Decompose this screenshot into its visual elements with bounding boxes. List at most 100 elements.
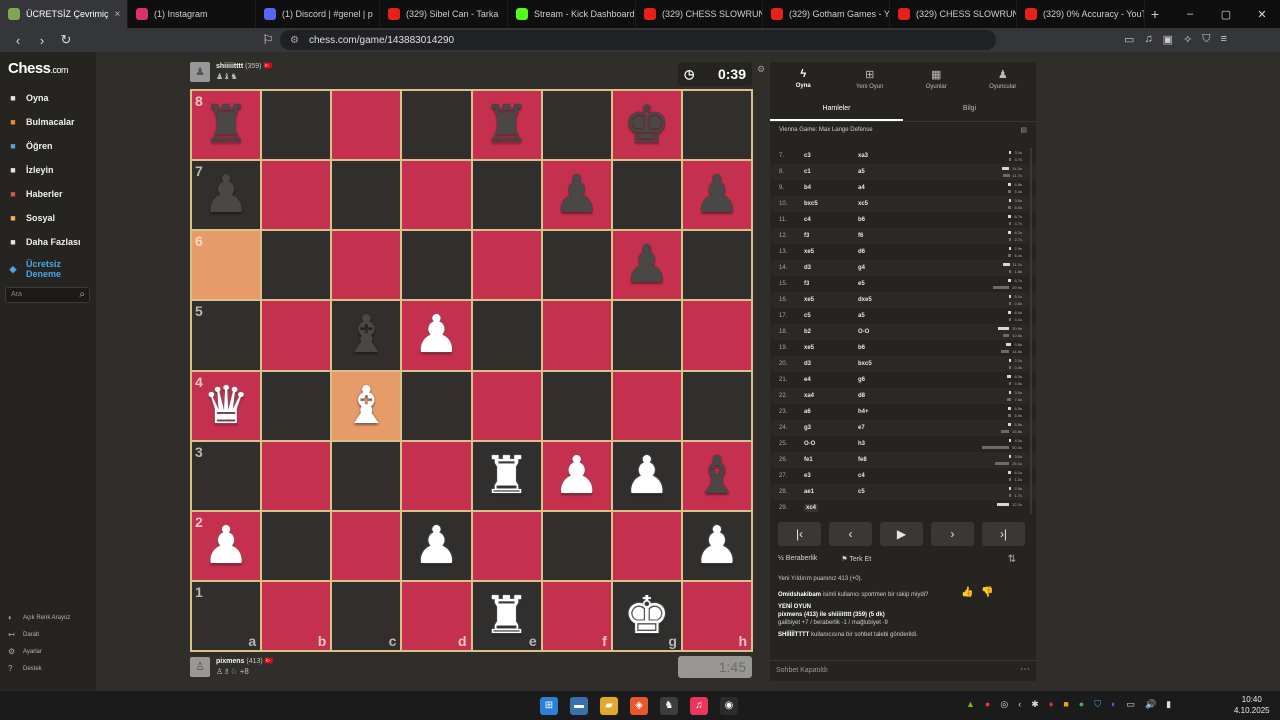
sidebar-item-free-trial[interactable]: ◆ Ücretsiz Deneme (6, 254, 81, 284)
square-f4[interactable] (541, 370, 612, 441)
square-h2[interactable]: ♟ (681, 510, 752, 581)
square-b8[interactable] (261, 90, 332, 161)
square-a2[interactable]: 2 ♟ (191, 510, 262, 581)
white-move[interactable]: d3 (804, 361, 858, 367)
square-a8[interactable]: 8 ♜ (191, 90, 262, 161)
square-a6[interactable]: 6 (191, 230, 262, 301)
square-d5[interactable]: ♟ (401, 300, 472, 371)
square-e1[interactable]: e ♜ (471, 580, 542, 651)
battery-icon[interactable]: ▮ (1166, 699, 1171, 710)
square-g8[interactable]: ♚ (611, 90, 682, 161)
draw-button[interactable]: ½ Beraberlik (778, 555, 829, 563)
move-list-scrollbar[interactable] (1030, 148, 1032, 514)
bottom-player-name[interactable]: pixmens (413) 🇹🇷 (216, 657, 273, 665)
square-a1[interactable]: 1a (191, 580, 262, 651)
chess-board[interactable]: 8 ♜ ♜ ♚ 7 ♟ ♟ ♟ 6 ♟ 5 ♝ ♟ 4 ♛ ♝ 3 ♜ ♟ ♟ ♝ 2 ♟ ♟ ♟ 1 a b c d e ♜ f g ♚ h (190, 89, 753, 652)
square-c4[interactable]: ♝ (331, 370, 402, 441)
black-move[interactable]: f6 (858, 233, 948, 239)
black-bishop-icon[interactable]: ♝ (343, 309, 390, 361)
thumbs-down-icon[interactable]: 👎 (981, 588, 993, 598)
black-move[interactable]: e5 (858, 281, 948, 287)
discord-tray-icon[interactable]: ◐ (1111, 699, 1116, 710)
sidebar-item-4[interactable]: ■ Haberler (6, 182, 81, 206)
square-f3[interactable]: ♟ (541, 440, 612, 511)
flip-board-icon[interactable]: ⇅ (1008, 554, 1016, 565)
white-move[interactable]: g3 (804, 425, 858, 431)
sidebar-icon[interactable]: ▭ (1124, 33, 1134, 46)
sidebar-bottom-theme[interactable]: ◐ Açık Renk Arayüz (8, 609, 70, 626)
last-move-button[interactable]: ›| (982, 522, 1025, 546)
black-pawn-icon[interactable]: ♟ (624, 239, 671, 291)
square-d1[interactable]: d (401, 580, 472, 651)
square-b2[interactable] (261, 510, 332, 581)
browser-tab[interactable]: (1) Instagram (128, 0, 256, 28)
square-b5[interactable] (261, 300, 332, 371)
white-pawn-icon[interactable]: ♟ (624, 450, 671, 502)
black-move[interactable]: xa3 (858, 153, 948, 159)
square-e3[interactable]: ♜ (471, 440, 542, 511)
white-move[interactable]: xe5 (804, 297, 858, 303)
black-move[interactable]: d6 (858, 249, 948, 255)
bluetooth-tray-icon[interactable]: ✱ (1031, 699, 1039, 710)
browser-tab[interactable]: (1) Discord | #genel | p (256, 0, 380, 28)
black-move[interactable]: d8 (858, 393, 948, 399)
browser-tab[interactable]: ÜCRETSİZ Çevrimiç × (0, 0, 128, 28)
panel-tab-0[interactable]: ϟ Oyna (770, 62, 837, 98)
sidebar-item-3[interactable]: ■ İzleyin (6, 158, 81, 182)
opening-name[interactable]: Vienna Game: Max Lange Defense (779, 127, 873, 133)
sidebar-bottom-help[interactable]: ? Destek (8, 660, 70, 677)
square-e4[interactable] (471, 370, 542, 441)
white-move[interactable]: c4 (804, 217, 858, 223)
square-c2[interactable] (331, 510, 402, 581)
tray-arrow-icon[interactable]: ‹ (1018, 699, 1021, 710)
white-move[interactable]: d3 (804, 265, 858, 271)
windows-start-icon[interactable]: ⊞ (540, 697, 558, 715)
square-e2[interactable] (471, 510, 542, 581)
black-king-icon[interactable]: ♚ (624, 99, 671, 151)
square-f1[interactable]: f (541, 580, 612, 651)
black-move[interactable]: fe8 (858, 457, 948, 463)
tab-moves[interactable]: Hamleler (770, 98, 903, 121)
white-bishop-icon[interactable]: ♝ (343, 380, 390, 432)
square-c3[interactable] (331, 440, 402, 511)
white-move[interactable]: xe5 (804, 249, 858, 255)
sidebar-item-6[interactable]: ■ Daha Fazlası (6, 230, 80, 254)
square-g4[interactable] (611, 370, 682, 441)
black-rook-icon[interactable]: ♜ (203, 99, 250, 151)
obs-icon[interactable]: ◉ (720, 697, 738, 715)
square-c1[interactable]: c (331, 580, 402, 651)
security-tray-icon[interactable]: ♦ (1049, 699, 1054, 710)
white-move[interactable]: fe1 (804, 457, 858, 463)
square-e7[interactable] (471, 160, 542, 231)
square-e8[interactable]: ♜ (471, 90, 542, 161)
nvidia-tray-icon[interactable]: ▲ (966, 699, 975, 710)
black-move[interactable]: b6 (858, 217, 948, 223)
chat-input[interactable]: Sohbet Kapatıldı ⋯ (770, 660, 1036, 681)
sidebar-item-2[interactable]: ■ Öğren (6, 134, 81, 158)
panel-tab-2[interactable]: ▦ Oyunlar (903, 62, 970, 98)
shield-icon[interactable]: ⛉ (1202, 33, 1210, 46)
square-g3[interactable]: ♟ (611, 440, 682, 511)
menu-icon[interactable]: ≡ (1221, 33, 1227, 46)
square-h5[interactable] (681, 300, 752, 371)
new-tab-icon[interactable]: + (1145, 6, 1165, 22)
square-a3[interactable]: 3 (191, 440, 262, 511)
square-d7[interactable] (401, 160, 472, 231)
site-settings-icon[interactable]: ⚙ (290, 35, 299, 46)
square-h1[interactable]: h (681, 580, 752, 651)
sidebar-item-1[interactable]: ■ Bulmacalar (6, 110, 81, 134)
square-c6[interactable] (331, 230, 402, 301)
square-h3[interactable]: ♝ (681, 440, 752, 511)
avatar[interactable]: ♙ (190, 657, 210, 677)
bookmark-icon[interactable]: ⚐ (258, 32, 278, 48)
ai-icon[interactable]: ✧ (1183, 33, 1192, 46)
black-pawn-icon[interactable]: ♟ (203, 169, 250, 221)
white-move[interactable]: e3 (804, 473, 858, 479)
square-f5[interactable] (541, 300, 612, 371)
white-rook-icon[interactable]: ♜ (483, 450, 530, 502)
sidebar-bottom-settings[interactable]: ⚙ Ayarlar (8, 643, 70, 660)
white-pawn-icon[interactable]: ♟ (553, 450, 600, 502)
square-c7[interactable] (331, 160, 402, 231)
close-window-icon[interactable]: ✕ (1244, 8, 1280, 21)
book-icon[interactable]: ▤ (1020, 126, 1027, 134)
